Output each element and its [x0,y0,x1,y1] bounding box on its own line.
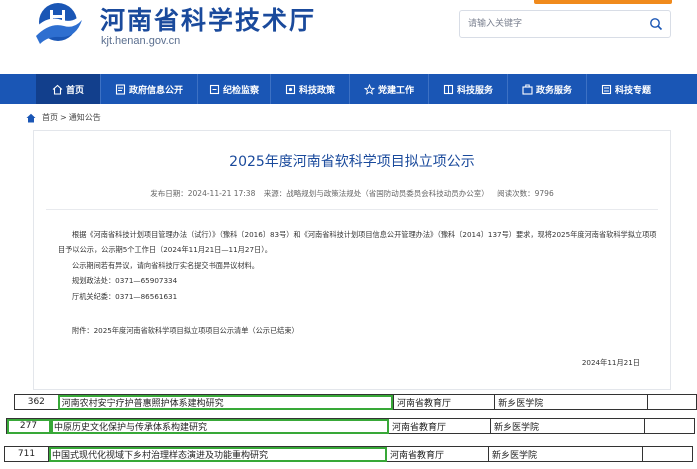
breadcrumb-separator: > [60,113,67,122]
header-accent-bar [534,0,672,4]
project-table-strip: 362 河南农村安宁疗护普惠照护体系建构研究 河南省教育厅 新乡医学院 277 … [0,390,697,469]
article-card: 2025年度河南省软科学项目拟立项公示 发布日期：2024-11-21 17:3… [33,130,671,390]
breadcrumb-home[interactable]: 首页 [42,112,58,123]
breadcrumb-current[interactable]: 通知公告 [69,112,101,123]
article-body: 根据《河南省科技计划项目管理办法（试行）》（豫科〔2016〕83号）和《河南省科… [58,227,658,304]
search-input[interactable] [468,16,638,32]
nav-item-home[interactable]: 首页 [36,74,100,104]
cell-department: 河南省教育厅 [392,394,496,410]
article-source: 来源：战略规划与政策法规处（省国防动员委员会科技动员办公室） [263,189,489,198]
breadcrumb: 首页 > 通知公告 [26,112,101,123]
star-icon [363,83,375,95]
service-icon [443,84,454,94]
cell-number: 277 [6,418,51,434]
publish-date: 发布日期：2024-11-21 17:38 [150,189,256,198]
search-box [459,10,671,38]
project-table: 711 中国式现代化视域下乡村治理样态演进及功能重构研究 河南省教育厅 新乡医学… [4,446,693,462]
nav-item-label: 科技政策 [298,85,335,96]
paragraph: 厅机关纪委：0371—86561631 [72,291,178,301]
paragraph: 规划政法处：0371—65907334 [72,276,178,286]
document-icon [115,83,126,95]
cell-empty [642,446,693,462]
home-icon [52,84,63,95]
briefcase-icon [522,84,533,95]
cell-department: 河南省教育厅 [386,446,489,462]
table-row: 277 中原历史文化保护与传承体系构建研究 河南省教育厅 新乡医学院 [6,418,695,434]
paragraph: 根据《河南省科技计划项目管理办法（试行）》（豫科〔2016〕83号）和《河南省科… [58,230,657,255]
cell-empty [646,394,697,410]
project-table: 362 河南农村安宁疗护普惠照护体系建构研究 河南省教育厅 新乡医学院 [14,394,697,410]
article-meta: 发布日期：2024-11-21 17:38 来源：战略规划与政策法规处（省国防动… [34,188,670,199]
nav-item-policy[interactable]: 科技政策 [271,74,349,104]
project-table: 277 中原历史文化保护与传承体系构建研究 河南省教育厅 新乡医学院 [6,418,695,434]
divider [46,209,658,210]
cell-empty [644,418,695,434]
nav-item-service[interactable]: 科技服务 [429,74,507,104]
attachment-link[interactable]: 附件：2025年度河南省软科学项目拟立项项目公示清单（公示已结束） [72,326,299,336]
article-title: 2025年度河南省软科学项目拟立项公示 [229,154,475,170]
cell-project-name: 中原历史文化保护与传承体系构建研究 [50,418,389,434]
nav-item-topics[interactable]: 科技专题 [587,74,665,104]
cell-unit: 新乡医学院 [490,418,645,434]
nav-item-gov-service[interactable]: 政务服务 [508,74,586,104]
shield-icon [209,84,220,94]
site-url: kjt.henan.gov.cn [101,35,181,47]
nav-item-party[interactable]: 党建工作 [350,74,428,104]
search-icon[interactable] [649,17,663,31]
article-date: 2024年11月21日 [581,358,640,367]
cell-project-name: 中国式现代化视域下乡村治理样态演进及功能重构研究 [48,446,387,462]
topic-icon [601,84,612,94]
nav-item-discipline[interactable]: 纪检监察 [198,74,270,104]
table-row: 362 河南农村安宁疗护普惠照护体系建构研究 河南省教育厅 新乡医学院 [14,394,697,410]
site-header: 河南省科学技术厅 kjt.henan.gov.cn [0,0,697,74]
home-icon [26,113,36,122]
policy-icon [285,84,296,94]
cell-project-name: 河南农村安宁疗护普惠照护体系建构研究 [57,394,394,410]
henan-logo-icon[interactable] [28,2,86,46]
cell-unit: 新乡医学院 [494,394,648,410]
nav-item-label: 科技服务 [456,85,493,96]
cell-unit: 新乡医学院 [488,446,643,462]
nav-item-label: 政府信息公开 [128,85,183,96]
cell-number: 711 [4,446,49,462]
nav-item-label: 纪检监察 [222,85,259,96]
nav-item-label: 政务服务 [535,85,572,96]
paragraph: 公示期间若有异议，请向省科技厅实名提交书面异议材料。 [72,260,259,270]
site-title[interactable]: 河南省科学技术厅 [100,1,316,37]
cell-department: 河南省教育厅 [388,418,491,434]
nav-item-label: 首页 [65,85,84,96]
nav-item-gov-info[interactable]: 政府信息公开 [101,74,197,104]
view-count: 阅读次数：9796 [497,189,554,198]
nav-item-label: 党建工作 [377,85,414,96]
nav-item-label: 科技专题 [614,85,651,96]
cell-number: 362 [14,394,59,410]
table-row: 711 中国式现代化视域下乡村治理样态演进及功能重构研究 河南省教育厅 新乡医学… [4,446,693,462]
main-nav: 首页 政府信息公开 纪检监察 科技政策 党建工作 科技服务 政务服务 科技专题 [0,74,697,104]
